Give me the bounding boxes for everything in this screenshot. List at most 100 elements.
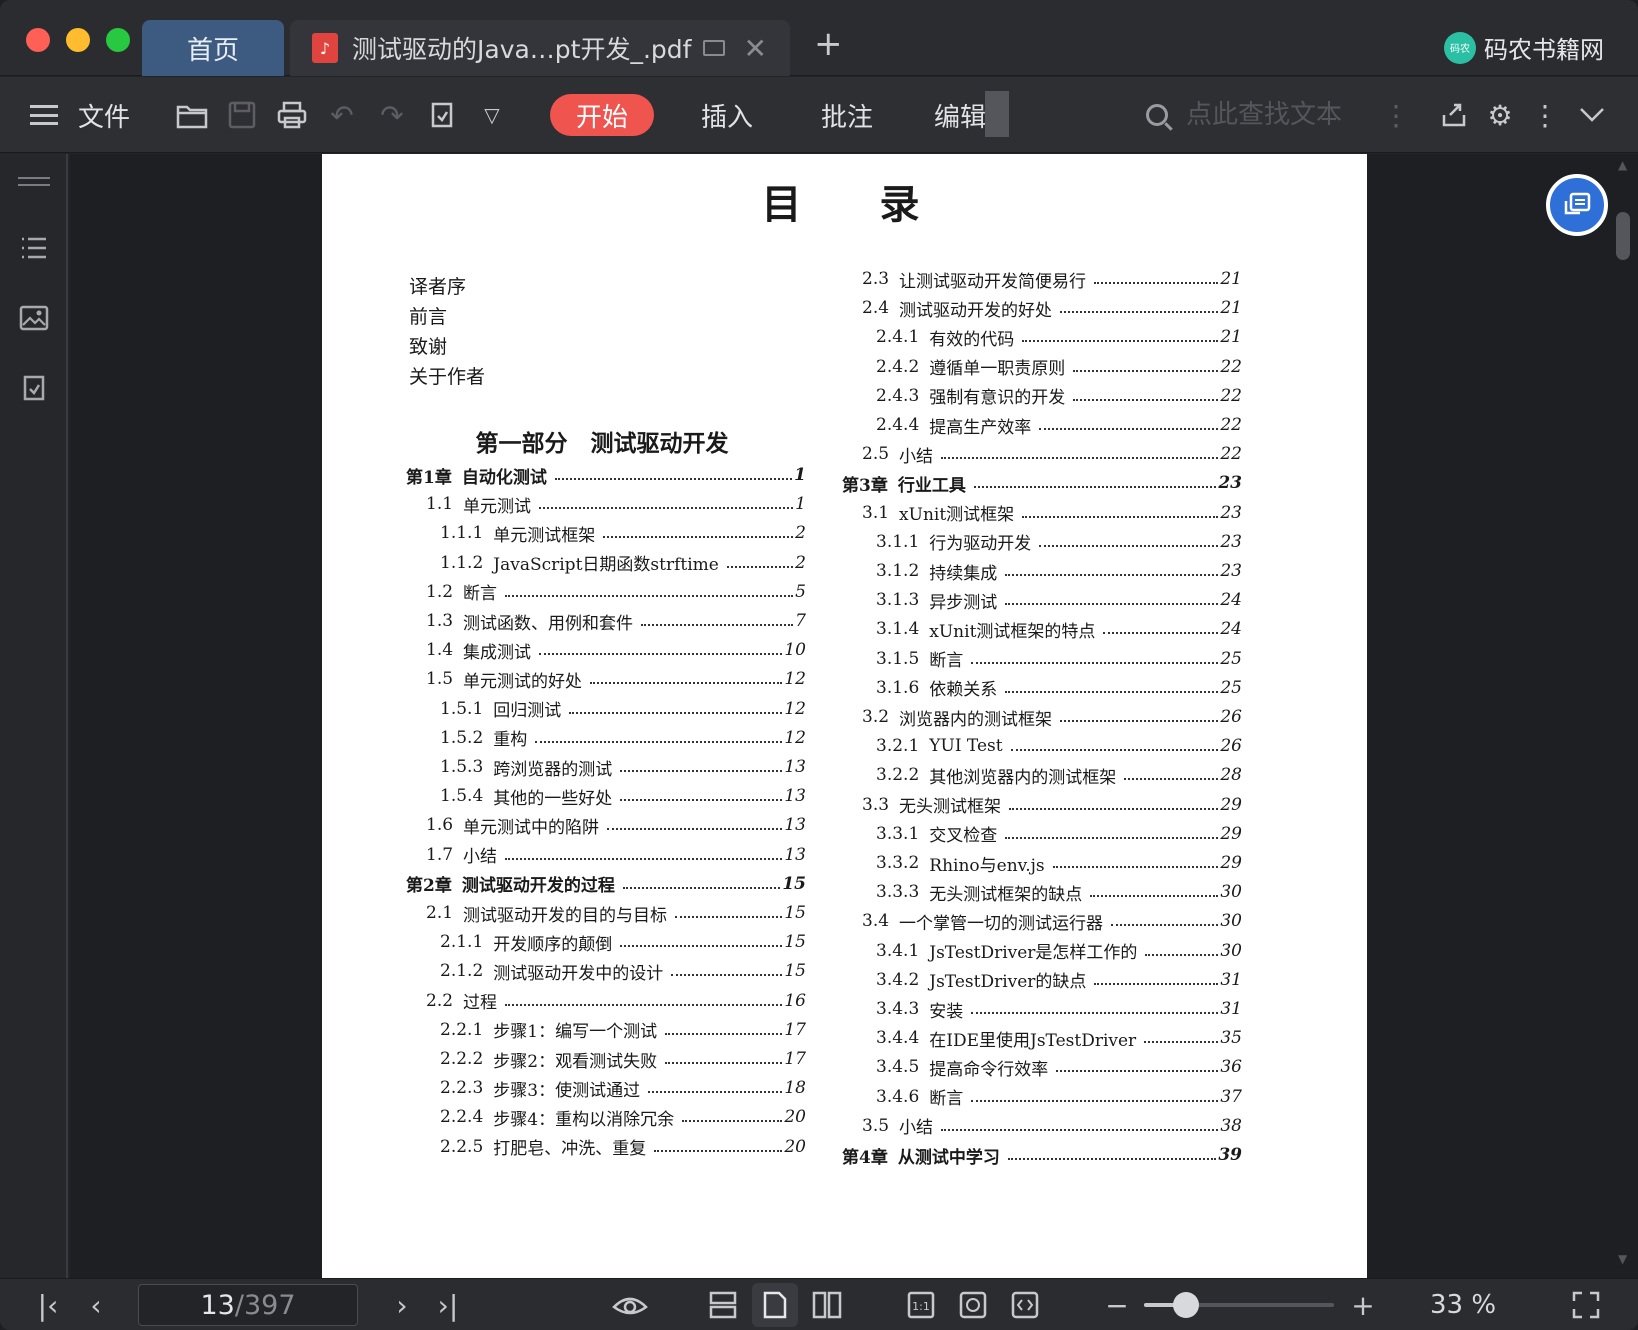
toc-entry-row[interactable]: 2.3 让测试驱动开发简便易行 21 [862, 264, 1242, 294]
toc-entry-row[interactable]: 2.2.1 步骤1：编写一个测试 17 [440, 1015, 806, 1045]
scroll-down-arrow-icon[interactable]: ▼ [1618, 1252, 1627, 1266]
toc-entry-row[interactable]: 3.4.5 提高命令行效率 36 [876, 1052, 1242, 1082]
menu-icon[interactable] [26, 77, 62, 153]
zoom-slider-knob[interactable] [1172, 1292, 1199, 1318]
toc-entry-row[interactable]: 3.2 浏览器内的测试框架 26 [862, 702, 1242, 732]
toc-entry-row[interactable]: 1.1.2 JavaScript日期函数strftime 2 [440, 548, 806, 578]
scroll-up-arrow-icon[interactable]: ▲ [1618, 158, 1627, 172]
toc-entry-row[interactable]: 3.1.1 行为驱动开发 23 [876, 527, 1242, 557]
toc-entry-row[interactable]: 3.1.5 断言 25 [876, 644, 1242, 674]
file-menu[interactable]: 文件 [78, 77, 130, 153]
toc-entry-row[interactable]: 2.1.2 测试驱动开发中的设计 15 [440, 956, 806, 986]
tab-annotate[interactable]: 批注 [812, 77, 882, 153]
search-box[interactable] [1146, 77, 1366, 153]
tab-document[interactable]: ♪ 测试驱动的Java…pt开发_.pdf ✕ [290, 20, 790, 76]
toc-entry-row[interactable]: 1.1 单元测试 1 [426, 489, 806, 519]
toc-entry-row[interactable]: 3.3 无头测试框架 29 [862, 790, 1242, 820]
toc-entry-row[interactable]: 2.1 测试驱动开发的目的与目标 15 [426, 898, 806, 928]
toc-entry-row[interactable]: 1.5.4 其他的一些好处 13 [440, 781, 806, 811]
toc-entry-row[interactable]: 3.1.6 依赖关系 25 [876, 673, 1242, 703]
more-options-icon[interactable]: ⋮ [1530, 77, 1560, 153]
convert-document-button[interactable] [1546, 174, 1608, 236]
toc-entry-row[interactable]: 2.4 测试驱动开发的好处 21 [862, 293, 1242, 323]
toc-entry-row[interactable]: 1.4 集成测试 10 [426, 635, 806, 665]
zoom-out-icon[interactable]: − [1102, 1279, 1132, 1330]
tab-insert[interactable]: 插入 [692, 77, 762, 153]
undo-icon[interactable]: ↶ [322, 77, 362, 153]
toc-entry-row[interactable]: 3.5 小结 38 [862, 1111, 1242, 1141]
toc-entry-row[interactable]: 2.2.3 步骤3：使测试通过 18 [440, 1073, 806, 1103]
zoom-level[interactable]: 33 % [1430, 1279, 1496, 1330]
continuous-scroll-icon[interactable] [700, 1279, 746, 1330]
sidebar-handle-icon[interactable] [16, 164, 52, 200]
screen-icon[interactable] [703, 40, 726, 56]
toc-entry-row[interactable]: 1.3 测试函数、用例和套件 7 [426, 606, 806, 636]
toc-entry-row[interactable]: 2.1.1 开发顺序的颠倒 15 [440, 927, 806, 957]
last-page-icon[interactable]: ›| [430, 1279, 466, 1330]
fullscreen-icon[interactable] [1566, 1279, 1606, 1330]
redo-icon[interactable]: ↷ [372, 77, 412, 153]
toc-entry-row[interactable]: 3.4.2 JsTestDriver的缺点 31 [876, 965, 1242, 995]
toc-entry-row[interactable]: 2.2.5 打肥皂、冲洗、重复 20 [440, 1132, 806, 1162]
document-viewer[interactable]: 目录 译者序 前言 致谢 关于作者 第一部分 测试驱动开发 第1章 自动化测试 1 1… [70, 154, 1638, 1278]
new-tab-button[interactable]: + [814, 24, 843, 64]
export-icon[interactable] [422, 77, 462, 153]
toc-entry-row[interactable]: 1.1.1 单元测试框架 2 [440, 518, 806, 548]
toc-entry-row[interactable]: 3.4.6 断言 37 [876, 1082, 1242, 1112]
page-number-field[interactable]: 13 /397 [138, 1284, 358, 1326]
toc-entry-row[interactable]: 3.3.1 交叉检查 29 [876, 819, 1242, 849]
toc-entry-row[interactable]: 1.2 断言 5 [426, 577, 806, 607]
toc-entry-row[interactable]: 3.1.3 异步测试 24 [876, 585, 1242, 615]
maximize-window-button[interactable] [106, 28, 130, 52]
tab-home[interactable]: 首页 [142, 20, 284, 76]
toc-entry-row[interactable]: 2.5 小结 22 [862, 439, 1242, 469]
toc-entry-row[interactable]: 3.3.2 Rhino与env.js 29 [876, 848, 1242, 878]
toc-entry-row[interactable]: 3.3.3 无头测试框架的缺点 30 [876, 877, 1242, 907]
toc-entry-row[interactable]: 3.4.3 安装 31 [876, 994, 1242, 1024]
outline-list-icon[interactable] [16, 230, 52, 266]
toc-chapter-row[interactable]: 第1章 自动化测试 1 [406, 460, 806, 490]
minimize-window-button[interactable] [66, 28, 90, 52]
toc-entry-row[interactable]: 1.5.2 重构 12 [440, 723, 806, 753]
brand[interactable]: 码农 码农书籍网 [1444, 30, 1604, 65]
toc-entry-row[interactable]: 3.2.1 YUI Test 26 [876, 731, 1242, 761]
toc-entry-row[interactable]: 2.2.2 步骤2：观看测试失败 17 [440, 1044, 806, 1074]
toc-entry-row[interactable]: 1.7 小结 13 [426, 840, 806, 870]
first-page-icon[interactable]: |‹ [30, 1279, 66, 1330]
thumbnail-image-icon[interactable] [16, 300, 52, 336]
toc-entry-row[interactable]: 3.4.1 JsTestDriver是怎样工作的 30 [876, 936, 1242, 966]
eye-protection-icon[interactable] [608, 1279, 652, 1330]
toc-entry-row[interactable]: 1.5 单元测试的好处 12 [426, 664, 806, 694]
toc-chapter-row[interactable]: 第3章 行业工具 23 [842, 468, 1242, 498]
share-icon[interactable] [1434, 77, 1474, 153]
search-input[interactable] [1186, 100, 1366, 130]
more-dropdown-icon[interactable]: ▽ [472, 77, 512, 153]
tab-scroll-handle[interactable] [985, 91, 1009, 137]
toc-entry-row[interactable]: 1.5.1 回归测试 12 [440, 694, 806, 724]
front-matter-item[interactable]: 前言 [409, 302, 485, 332]
toc-entry-row[interactable]: 3.1.2 持续集成 23 [876, 556, 1242, 586]
close-window-button[interactable] [26, 28, 50, 52]
toc-entry-row[interactable]: 2.4.4 提高生产效率 22 [876, 410, 1242, 440]
toc-entry-row[interactable]: 3.4 一个掌管一切的测试运行器 30 [862, 906, 1242, 936]
single-page-icon[interactable] [752, 1283, 798, 1327]
toc-entry-row[interactable]: 3.4.4 在IDE里使用JsTestDriver 35 [876, 1023, 1242, 1053]
save-icon[interactable] [222, 77, 262, 153]
fit-page-icon[interactable] [950, 1279, 996, 1330]
front-matter-item[interactable]: 致谢 [409, 332, 485, 362]
two-page-icon[interactable] [804, 1279, 850, 1330]
toc-entry-row[interactable]: 1.6 单元测试中的陷阱 13 [426, 810, 806, 840]
vertical-scrollbar[interactable] [1616, 212, 1630, 260]
settings-gear-icon[interactable]: ⚙ [1480, 77, 1520, 153]
toc-entry-row[interactable]: 1.5.3 跨浏览器的测试 13 [440, 752, 806, 782]
toc-entry-row[interactable]: 2.2 过程 16 [426, 986, 806, 1016]
zoom-in-icon[interactable]: + [1348, 1279, 1378, 1330]
toc-entry-row[interactable]: 2.4.1 有效的代码 21 [876, 322, 1242, 352]
fit-width-icon[interactable] [1002, 1279, 1048, 1330]
toc-entry-row[interactable]: 3.1 xUnit测试框架 23 [862, 498, 1242, 528]
toc-entry-row[interactable]: 3.1.4 xUnit测试框架的特点 24 [876, 614, 1242, 644]
toc-entry-row[interactable]: 2.4.2 遵循单一职责原则 22 [876, 352, 1242, 382]
next-page-icon[interactable]: › [384, 1279, 420, 1330]
previous-page-icon[interactable]: ‹ [78, 1279, 114, 1330]
zoom-slider[interactable] [1144, 1292, 1334, 1318]
